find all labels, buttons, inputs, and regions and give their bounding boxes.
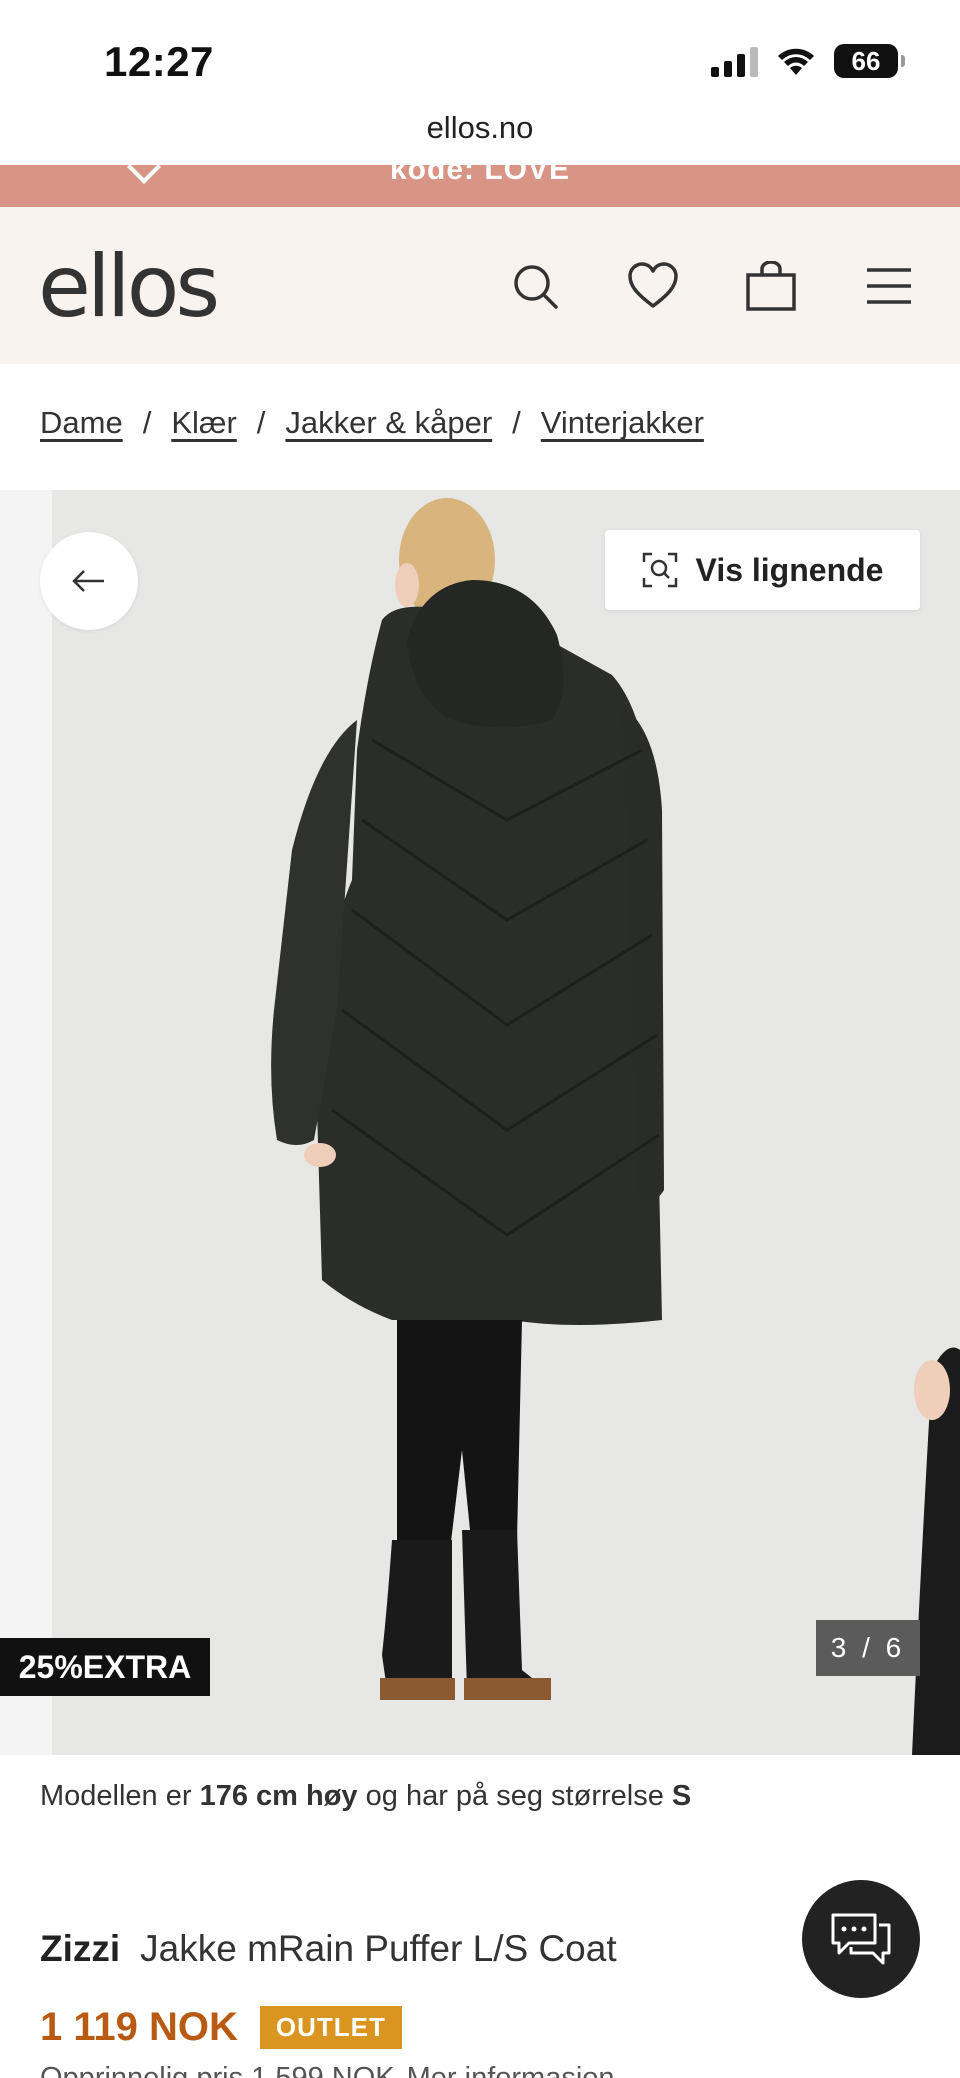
battery-icon: 66 [834, 44, 905, 78]
product-image[interactable] [52, 490, 960, 1755]
breadcrumb: Dame / Klær / Jakker & kåper / Vinterjak… [40, 405, 704, 441]
model-info: Modellen er 176 cm høy og har på seg stø… [40, 1780, 691, 1813]
url-bar[interactable]: ellos.no [0, 110, 960, 166]
site-header: ellos [0, 207, 960, 364]
search-icon[interactable] [506, 257, 564, 315]
show-similar-button[interactable]: Vis lignende [605, 530, 920, 610]
chat-bubble-icon [831, 1913, 891, 1965]
breadcrumb-item-jakker[interactable]: Jakker & kåper [285, 405, 492, 441]
more-info-link[interactable]: Mer informasjon [407, 2062, 615, 2078]
model-info-middle: og har på seg størrelse [365, 1780, 664, 1812]
show-similar-label: Vis lignende [695, 551, 884, 588]
model-size: S [671, 1780, 692, 1812]
arrow-left-icon [72, 570, 104, 592]
back-button[interactable] [40, 532, 138, 630]
cellular-signal-icon [711, 45, 758, 77]
bag-icon[interactable] [742, 257, 800, 315]
status-icons: 66 [711, 44, 905, 78]
breadcrumb-item-dame[interactable]: Dame [40, 405, 123, 441]
product-price: 1 119 NOK [40, 2005, 238, 2049]
original-price-row: Opprinnelig pris 1 599 NOK Mer informasjo… [40, 2062, 615, 2078]
status-time: 12:27 [104, 38, 214, 85]
product-brand[interactable]: Zizzi [40, 1928, 120, 1970]
price-row: 1 119 NOK OUTLET [40, 2005, 402, 2050]
gallery-previous-slide [0, 490, 52, 1755]
model-height: 176 cm høy [199, 1780, 358, 1812]
product-name: Jakke mRain Puffer L/S Coat [140, 1928, 617, 1969]
status-bar: 12:27 66 [0, 0, 960, 115]
discount-badge: 25%EXTRA [0, 1638, 210, 1696]
menu-icon[interactable] [860, 257, 918, 315]
visual-search-icon [642, 552, 677, 588]
breadcrumb-separator: / [256, 405, 266, 440]
breadcrumb-item-vinterjakker[interactable]: Vinterjakker [541, 405, 704, 441]
logo[interactable]: ellos [38, 237, 220, 337]
breadcrumb-separator: / [512, 405, 521, 440]
model-info-prefix: Modellen er [40, 1780, 192, 1812]
promo-text: kode: LOVE [389, 165, 571, 186]
promo-banner[interactable]: kode: LOVE [0, 165, 960, 207]
image-pager: 3 / 6 [816, 1620, 920, 1676]
header-icons [506, 257, 918, 315]
wifi-icon [778, 48, 814, 75]
breadcrumb-item-klaer[interactable]: Klær [171, 405, 236, 441]
heart-icon[interactable] [624, 257, 682, 315]
chat-button[interactable] [802, 1880, 920, 1998]
product-photo-coat-illustration [271, 498, 960, 1755]
product-gallery[interactable]: Vis lignende 25%EXTRA 3 / 6 [0, 490, 960, 1755]
original-price: Opprinnelig pris 1 599 NOK [40, 2062, 395, 2078]
product-title: Zizzi Jakke mRain Puffer L/S Coat [40, 1928, 617, 1970]
outlet-badge: OUTLET [259, 2006, 402, 2049]
breadcrumb-separator: / [142, 405, 152, 440]
